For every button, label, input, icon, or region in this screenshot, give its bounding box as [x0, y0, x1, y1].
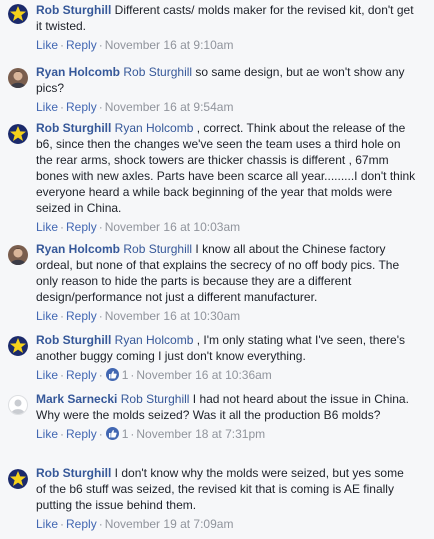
reply-link[interactable]: Reply	[66, 368, 97, 382]
comment-author[interactable]: Ryan Holcomb	[36, 242, 120, 256]
comment-mention[interactable]: Rob Sturghill	[121, 392, 190, 406]
profile-photo-avatar[interactable]	[8, 68, 28, 88]
comment-mention[interactable]: Rob Sturghill	[123, 242, 192, 256]
comment-mention[interactable]: Rob Sturghill	[123, 65, 192, 79]
comment-actions: Like · Reply · November 16 at 9:10am	[36, 37, 416, 53]
star-icon	[8, 336, 28, 356]
like-link[interactable]: Like	[36, 368, 58, 382]
like-link[interactable]: Like	[36, 517, 58, 531]
reply-link[interactable]: Reply	[66, 100, 97, 114]
default-silhouette-avatar[interactable]	[8, 395, 28, 415]
separator: ·	[98, 517, 103, 531]
comment-timestamp[interactable]: November 18 at 7:31pm	[136, 427, 265, 441]
comment-mention[interactable]: Ryan Holcomb	[115, 333, 194, 347]
reply-link[interactable]: Reply	[66, 220, 97, 234]
separator: ·	[60, 100, 65, 114]
comment-text: Rob Sturghill Ryan Holcomb , I'm only st…	[36, 332, 416, 364]
reply-link[interactable]: Reply	[66, 309, 97, 323]
comment-actions: Like · Reply · November 16 at 9:54am	[36, 99, 416, 115]
separator: ·	[98, 368, 103, 382]
comment-author[interactable]: Mark Sarnecki	[36, 392, 117, 406]
reply-link[interactable]: Reply	[66, 517, 97, 531]
yellow-star-avatar[interactable]	[8, 4, 28, 24]
comment-actions: Like · Reply · 1 · November 16 at 10:36am	[36, 367, 416, 383]
separator: ·	[60, 220, 65, 234]
comment-actions: Like · Reply · November 19 at 7:09am	[36, 516, 416, 532]
star-icon	[8, 4, 28, 24]
like-link[interactable]: Like	[36, 309, 58, 323]
separator: ·	[60, 368, 65, 382]
comment-timestamp[interactable]: November 16 at 10:30am	[105, 309, 240, 323]
reply-link[interactable]: Reply	[66, 427, 97, 441]
comment-text: Ryan Holcomb Rob Sturghill so same desig…	[36, 64, 416, 96]
separator: ·	[98, 220, 103, 234]
user-silhouette-icon	[11, 399, 25, 414]
comment-timestamp[interactable]: November 19 at 7:09am	[105, 517, 234, 531]
user-photo-icon	[8, 68, 28, 88]
separator: ·	[60, 309, 65, 323]
separator: ·	[60, 517, 65, 531]
reply-link[interactable]: Reply	[66, 38, 97, 52]
comment-author[interactable]: Ryan Holcomb	[36, 65, 120, 79]
separator: ·	[60, 38, 65, 52]
comment-text: Mark Sarnecki Rob Sturghill I had not he…	[36, 391, 416, 423]
comment-author[interactable]: Rob Sturghill	[36, 121, 111, 135]
comment-timestamp[interactable]: November 16 at 9:54am	[105, 100, 234, 114]
thumbs-up-icon[interactable]	[105, 427, 119, 440]
comment-timestamp[interactable]: November 16 at 10:36am	[136, 368, 271, 382]
comment-timestamp[interactable]: November 16 at 10:03am	[105, 220, 240, 234]
comment-text: Ryan Holcomb Rob Sturghill I know all ab…	[36, 241, 416, 305]
separator: ·	[98, 100, 103, 114]
like-link[interactable]: Like	[36, 38, 58, 52]
thumbs-up-icon[interactable]	[105, 368, 119, 381]
comment-body: , correct. Think about the release of th…	[36, 121, 416, 215]
separator: ·	[98, 38, 103, 52]
comment-text: Rob Sturghill Ryan Holcomb , correct. Th…	[36, 120, 416, 216]
like-link[interactable]: Like	[36, 220, 58, 234]
comment-thread: Rob Sturghill Different casts/ molds mak…	[0, 0, 434, 539]
separator: ·	[98, 427, 103, 441]
like-link[interactable]: Like	[36, 100, 58, 114]
star-icon	[8, 469, 28, 489]
comment-author[interactable]: Rob Sturghill	[36, 333, 111, 347]
star-icon	[8, 124, 28, 144]
yellow-star-avatar[interactable]	[8, 336, 28, 356]
comment-actions: Like · Reply · 1 · November 18 at 7:31pm	[36, 426, 416, 442]
comment-text: Rob Sturghill I don't know why the molds…	[36, 465, 416, 513]
user-photo-icon	[8, 245, 28, 265]
comment-author[interactable]: Rob Sturghill	[36, 466, 111, 480]
separator: ·	[98, 309, 103, 323]
comment-mention[interactable]: Ryan Holcomb	[115, 121, 194, 135]
comment-actions: Like · Reply · November 16 at 10:03am	[36, 219, 416, 235]
separator: ·	[60, 427, 65, 441]
yellow-star-avatar[interactable]	[8, 469, 28, 489]
profile-photo-avatar[interactable]	[8, 245, 28, 265]
comment-text: Rob Sturghill Different casts/ molds mak…	[36, 2, 416, 34]
like-link[interactable]: Like	[36, 427, 58, 441]
yellow-star-avatar[interactable]	[8, 124, 28, 144]
comment-timestamp[interactable]: November 16 at 9:10am	[105, 38, 234, 52]
comment-author[interactable]: Rob Sturghill	[36, 3, 111, 17]
comment-actions: Like · Reply · November 16 at 10:30am	[36, 308, 416, 324]
